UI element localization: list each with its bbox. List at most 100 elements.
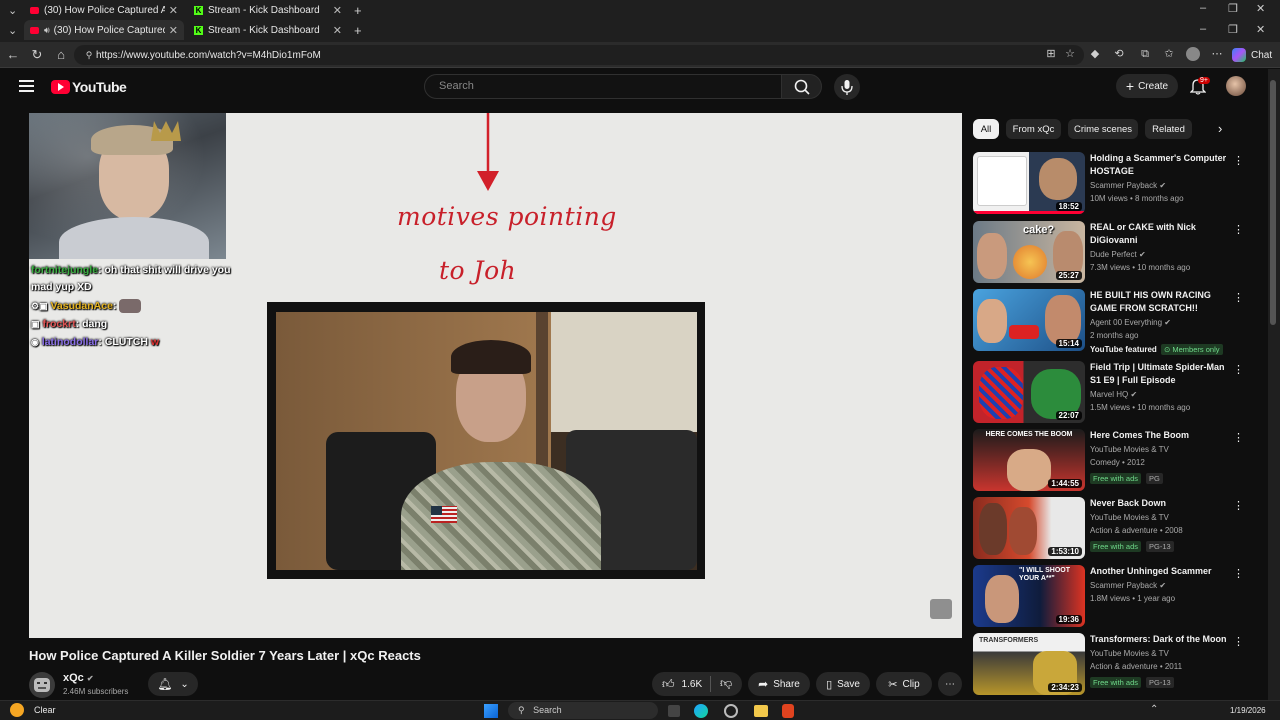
rec-title[interactable]: HE BUILT HIS OWN RACING GAME FROM SCRATC… [1090, 289, 1228, 315]
chip-crime-scenes[interactable]: Crime scenes [1068, 119, 1138, 139]
taskbar-search[interactable]: ⚲ Search [508, 702, 658, 719]
rec-title[interactable]: Transformers: Dark of the Moon [1090, 633, 1228, 646]
tab-youtube[interactable]: 🔊︎ (30) How Police Captured A Kil ✕ [24, 20, 184, 40]
youtube-logo[interactable]: YouTube [51, 79, 127, 95]
more-vertical-icon[interactable]: ⋮ [1233, 635, 1244, 648]
share-button[interactable]: ➦ Share [748, 672, 810, 696]
voice-search-button[interactable] [834, 74, 860, 100]
channel-name[interactable]: xQc ✔ [63, 672, 94, 684]
extension-icon[interactable]: ◆ [1088, 47, 1102, 61]
rec-channel[interactable]: Marvel HQ ✔ [1090, 390, 1137, 399]
video-thumbnail[interactable]: 1:53:10 [973, 497, 1085, 559]
tray-chevron-icon[interactable]: ⌃ [1150, 704, 1158, 715]
recommendation-item[interactable]: 1:53:10 Never Back Down YouTube Movies &… [973, 497, 1253, 559]
recommendation-item[interactable]: TRANSFORMERS 2:34:23 Transformers: Dark … [973, 633, 1253, 695]
reload-icon[interactable]: ↻ [29, 47, 45, 63]
video-thumbnail[interactable]: 18:52 [973, 152, 1085, 214]
restore-icon[interactable]: ❐ [1228, 2, 1238, 15]
more-vertical-icon[interactable]: ⋮ [1233, 154, 1244, 167]
close-tab-icon[interactable]: ✕ [169, 4, 178, 17]
tab-list-icon[interactable]: ⌄ [8, 4, 17, 17]
window-close-icon[interactable]: ✕ [1256, 2, 1265, 15]
video-thumbnail[interactable]: TRANSFORMERS 2:34:23 [973, 633, 1085, 695]
close-tab-icon[interactable]: ✕ [169, 24, 178, 37]
rec-channel[interactable]: Agent 00 Everything ✔ [1090, 318, 1171, 327]
refresh-extension-icon[interactable]: ⟲ [1112, 47, 1126, 61]
app-available-icon[interactable]: ⊞ [1044, 47, 1058, 61]
save-button[interactable]: ▯ Save [816, 672, 870, 696]
more-vertical-icon[interactable]: ⋮ [1233, 431, 1244, 444]
more-vertical-icon[interactable]: ⋮ [1233, 291, 1244, 304]
copilot-chat-button[interactable]: Chat [1232, 46, 1272, 64]
file-explorer-icon[interactable] [754, 705, 768, 717]
scrollbar-thumb[interactable] [1270, 80, 1276, 325]
brave-browser-icon[interactable] [782, 704, 794, 718]
video-thumbnail[interactable]: "I WILL SHOOT YOUR A**" 19:36 [973, 565, 1085, 627]
new-tab-icon[interactable]: + [354, 3, 362, 18]
search-button[interactable] [781, 74, 822, 99]
rec-channel[interactable]: Scammer Payback ✔ [1090, 581, 1166, 590]
recommendation-item[interactable]: 18:52 Holding a Scammer's Computer HOSTA… [973, 152, 1253, 214]
recommendation-item[interactable]: 15:14 HE BUILT HIS OWN RACING GAME FROM … [973, 289, 1253, 357]
favorite-star-icon[interactable]: ☆ [1063, 47, 1077, 61]
restore-icon[interactable]: ❐ [1228, 23, 1238, 36]
close-tab-icon[interactable]: ✕ [333, 24, 342, 37]
tab-list-icon[interactable]: ⌄ [8, 24, 17, 37]
more-menu-icon[interactable]: ⋯ [1210, 47, 1224, 61]
clip-button[interactable]: ✂ Clip [876, 672, 932, 696]
recommendation-item[interactable]: HERE COMES THE BOOM 1:44:55 Here Comes T… [973, 429, 1253, 491]
favorites-icon[interactable]: ✩ [1162, 47, 1176, 61]
channel-watermark-icon[interactable] [930, 599, 952, 619]
close-tab-icon[interactable]: ✕ [333, 4, 342, 17]
minimize-icon[interactable]: – [1200, 2, 1206, 14]
tab-kick-back[interactable]: K Stream - Kick Dashboard ✕ [188, 0, 348, 20]
subscription-bell-button[interactable]: 🔔︎ ⌄ [148, 672, 198, 696]
tab-kick[interactable]: K Stream - Kick Dashboard ✕ [188, 20, 348, 40]
more-vertical-icon[interactable]: ⋮ [1233, 499, 1244, 512]
chip-related[interactable]: Related [1145, 119, 1192, 139]
more-actions-button[interactable]: ⋯ [938, 672, 962, 696]
weather-icon[interactable] [10, 703, 24, 717]
speaker-icon[interactable]: 🔊︎ [44, 25, 50, 36]
app-icon[interactable] [724, 704, 738, 718]
video-thumbnail[interactable]: 15:14 [973, 289, 1085, 351]
rec-title[interactable]: Holding a Scammer's Computer HOSTAGE [1090, 152, 1228, 178]
recommendation-item[interactable]: "I WILL SHOOT YOUR A**" 19:36 Another Un… [973, 565, 1253, 627]
system-date[interactable]: 1/19/2026 [1230, 706, 1266, 715]
channel-avatar[interactable] [29, 672, 55, 698]
split-screen-icon[interactable]: ⧉ [1138, 47, 1152, 61]
rec-channel[interactable]: YouTube Movies & TV [1090, 649, 1169, 658]
rec-channel[interactable]: YouTube Movies & TV [1090, 513, 1169, 522]
video-player[interactable]: motives pointing to Joh fortnitejungle: … [29, 113, 962, 638]
thumbs-up-icon[interactable]: 👍︎ [662, 677, 675, 692]
thumbs-down-icon[interactable]: 👎︎ [720, 676, 732, 691]
more-vertical-icon[interactable]: ⋮ [1233, 223, 1244, 236]
weather-label[interactable]: Clear [34, 705, 56, 715]
home-icon[interactable]: ⌂ [53, 47, 69, 63]
rec-title[interactable]: Field Trip | Ultimate Spider-Man S1 E9 |… [1090, 361, 1228, 387]
recommendation-item[interactable]: 22:07 Field Trip | Ultimate Spider-Man S… [973, 361, 1253, 423]
video-thumbnail[interactable]: 22:07 [973, 361, 1085, 423]
rec-channel[interactable]: Scammer Payback ✔ [1090, 181, 1166, 190]
more-vertical-icon[interactable]: ⋮ [1233, 363, 1244, 376]
chip-from-channel[interactable]: From xQc [1006, 119, 1061, 139]
new-tab-icon[interactable]: + [354, 23, 362, 38]
recommendation-item[interactable]: cake? 25:27 REAL or CAKE with Nick DiGio… [973, 221, 1253, 283]
like-count[interactable]: 1.6K [682, 679, 703, 690]
create-button[interactable]: + Create [1116, 74, 1178, 98]
profile-icon[interactable] [1186, 47, 1200, 61]
rec-title[interactable]: REAL or CAKE with Nick DiGiovanni [1090, 221, 1228, 247]
hamburger-menu-icon[interactable] [19, 80, 34, 92]
video-thumbnail[interactable]: HERE COMES THE BOOM 1:44:55 [973, 429, 1085, 491]
url-field[interactable]: https://www.youtube.com/watch?v=M4hDio1m… [74, 45, 1084, 65]
site-info-icon[interactable]: ⚲ [82, 48, 96, 62]
video-thumbnail[interactable]: cake? 25:27 [973, 221, 1085, 283]
minimize-icon[interactable]: – [1200, 23, 1206, 35]
chip-all[interactable]: All [973, 119, 999, 139]
window-close-icon[interactable]: ✕ [1256, 23, 1265, 36]
rec-channel[interactable]: YouTube Movies & TV [1090, 445, 1169, 454]
chevron-right-icon[interactable]: › [1218, 121, 1222, 136]
search-input[interactable]: Search [424, 74, 782, 99]
rec-title[interactable]: Here Comes The Boom [1090, 429, 1228, 442]
windows-start-icon[interactable] [484, 704, 498, 718]
